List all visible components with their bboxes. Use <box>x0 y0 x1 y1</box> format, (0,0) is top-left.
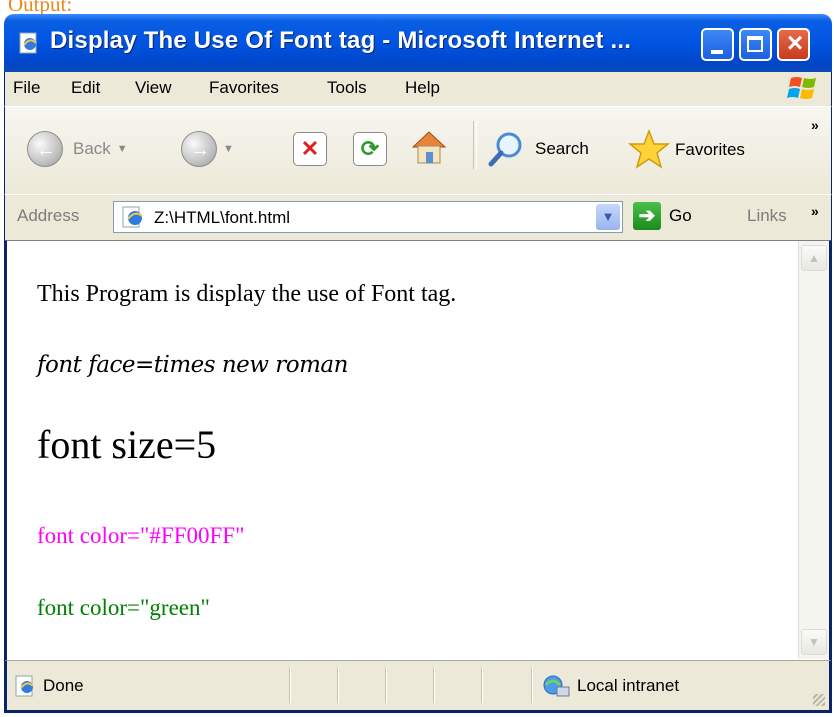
go-label: Go <box>669 206 692 225</box>
vertical-scrollbar[interactable]: ▲ ▼ <box>798 241 829 659</box>
favorites-star-icon <box>627 129 671 169</box>
back-label: Back <box>73 139 111 158</box>
back-dropdown-icon[interactable]: ▼ <box>117 143 128 155</box>
local-intranet-icon <box>543 675 570 697</box>
stop-button[interactable]: ✕ <box>293 132 327 166</box>
menu-help[interactable]: Help <box>405 78 440 98</box>
scroll-down-arrow-icon[interactable]: ▼ <box>801 629 827 655</box>
go-arrow-icon: ➔ <box>633 202 661 230</box>
status-divider <box>385 667 386 703</box>
back-arrow-icon: ← <box>27 131 63 167</box>
menu-bar: File Edit View Favorites Tools Help <box>4 72 832 106</box>
address-label: Address <box>17 206 80 225</box>
toolbar-separator <box>473 121 477 169</box>
scroll-up-arrow-icon[interactable]: ▲ <box>801 245 827 271</box>
minimize-icon <box>711 50 723 54</box>
links-overflow-chevron[interactable]: » <box>811 203 819 219</box>
font-color-green-text: font color="green" <box>37 595 210 620</box>
status-bar: Done Local intranet <box>4 660 832 713</box>
cropped-output-label: Output: <box>8 0 73 14</box>
favorites-button[interactable]: Favorites <box>627 129 745 171</box>
links-button[interactable]: Links <box>747 206 787 226</box>
back-button[interactable]: ← Back ▼ <box>27 131 128 167</box>
font-face-text: font face=times new roman <box>37 352 348 378</box>
intro-text: This Program is display the use of Font … <box>37 281 457 307</box>
window-title: Display The Use Of Font tag - Microsoft … <box>50 27 632 54</box>
refresh-icon: ⟳ <box>353 132 387 166</box>
go-button[interactable]: ➔ Go <box>633 202 692 230</box>
font-color-magenta-text: font color="#FF00FF" <box>37 523 245 548</box>
status-divider <box>433 667 434 703</box>
favorites-label: Favorites <box>675 140 745 159</box>
search-label: Search <box>535 139 589 158</box>
status-divider <box>481 667 482 703</box>
address-dropdown-icon[interactable]: ▼ <box>596 204 620 230</box>
minimize-button[interactable] <box>701 28 734 61</box>
page-content: This Program is display the use of Font … <box>4 240 832 660</box>
windows-logo-icon <box>787 77 816 99</box>
browser-window: Output: Display The Use Of Font tag - Mi… <box>0 0 834 717</box>
address-bar: Address Z:\HTML\font.html ▼ ➔ Go Links » <box>4 194 832 240</box>
home-icon <box>411 131 447 164</box>
ie-page-icon <box>19 32 37 54</box>
menu-view[interactable]: View <box>135 78 172 98</box>
forward-button[interactable]: → ▼ <box>181 131 234 167</box>
search-button[interactable]: Search <box>487 129 589 169</box>
search-icon <box>488 132 522 167</box>
close-icon: × <box>786 27 804 58</box>
standard-toolbar: ← Back ▼ → ▼ ✕ ⟳ Search Favorites » <box>4 106 832 194</box>
forward-arrow-icon: → <box>181 131 217 167</box>
address-value: Z:\HTML\font.html <box>154 208 291 227</box>
page-ie-icon <box>122 206 143 228</box>
refresh-button[interactable]: ⟳ <box>353 132 387 166</box>
stop-icon: ✕ <box>293 132 327 166</box>
maximize-button[interactable] <box>739 28 772 61</box>
status-divider <box>289 667 290 703</box>
forward-dropdown-icon[interactable]: ▼ <box>223 143 234 155</box>
resize-grip[interactable] <box>813 694 825 706</box>
status-divider <box>531 667 532 703</box>
font-size-text: font size=5 <box>37 422 217 467</box>
done-page-icon <box>15 675 34 697</box>
toolbar-overflow-chevron[interactable]: » <box>811 117 819 133</box>
status-text: Done <box>43 676 84 695</box>
status-divider <box>337 667 338 703</box>
security-zone-text: Local intranet <box>577 676 680 695</box>
close-button[interactable]: × <box>777 27 810 61</box>
title-bar[interactable]: Display The Use Of Font tag - Microsoft … <box>4 14 832 72</box>
menu-favorites[interactable]: Favorites <box>209 78 279 98</box>
menu-tools[interactable]: Tools <box>327 78 367 98</box>
home-button[interactable] <box>409 127 449 167</box>
menu-edit[interactable]: Edit <box>71 78 100 98</box>
maximize-icon <box>747 36 763 52</box>
menu-file[interactable]: File <box>13 78 40 98</box>
address-input[interactable]: Z:\HTML\font.html ▼ <box>113 201 623 233</box>
